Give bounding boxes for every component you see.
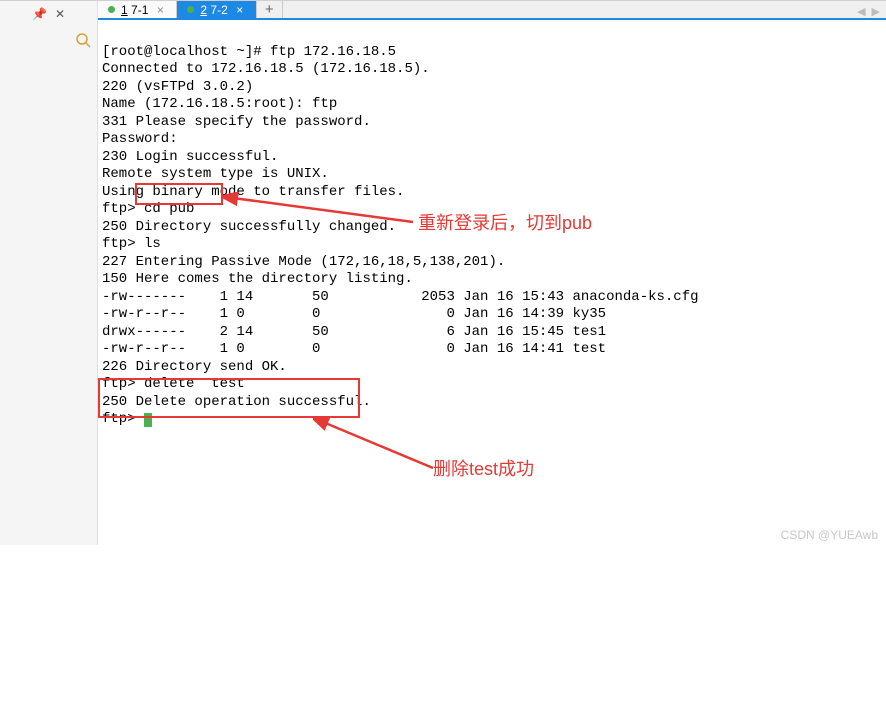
terminal-line: drwx------ 2 14 50 6 Jan 16 15:45 tes1	[102, 324, 606, 340]
close-icon[interactable]: ×	[234, 4, 246, 16]
terminal-line: ftp> delete test	[102, 376, 245, 392]
terminal-line: -rw------- 1 14 50 2053 Jan 16 15:43 ana…	[102, 289, 699, 305]
left-gutter: 📌 ✕	[0, 1, 98, 545]
terminal-line: 331 Please specify the password.	[102, 114, 371, 130]
annotation-relogin: 重新登录后，切到pub	[418, 212, 592, 235]
terminal-line: 230 Login successful.	[102, 149, 278, 165]
terminal-line: Password:	[102, 131, 178, 147]
terminal-line: -rw-r--r-- 1 0 0 0 Jan 16 14:39 ky35	[102, 306, 606, 322]
terminal-line: ftp> ls	[102, 236, 161, 252]
tab-7-2[interactable]: 2 7-2 ×	[177, 1, 256, 18]
tab-nav-arrows: ◀ ▶	[857, 5, 880, 18]
terminal-line: 220 (vsFTPd 3.0.2)	[102, 79, 253, 95]
close-icon[interactable]: ×	[154, 4, 166, 16]
gutter-icons: 📌 ✕	[32, 4, 65, 24]
tab-bar: 1 7-1 × 2 7-2 × + ◀ ▶	[98, 1, 886, 20]
pin-icon[interactable]: 📌	[32, 7, 47, 21]
tab-7-1[interactable]: 1 7-1 ×	[98, 1, 177, 18]
terminal-line: Connected to 172.16.18.5 (172.16.18.5).	[102, 61, 430, 77]
cursor-icon	[144, 413, 152, 427]
terminal-line: 150 Here comes the directory listing.	[102, 271, 413, 287]
terminal-line: Using binary mode to transfer files.	[102, 184, 404, 200]
terminal-line: 250 Directory successfully changed.	[102, 219, 396, 235]
chevron-right-icon[interactable]: ▶	[872, 5, 880, 18]
close-all-icon[interactable]: ✕	[55, 7, 65, 21]
terminal-line: Remote system type is UNIX.	[102, 166, 329, 182]
modified-dot-icon	[108, 6, 115, 13]
terminal-line: 250 Delete operation successful.	[102, 394, 371, 410]
search-icon[interactable]	[75, 32, 91, 51]
modified-dot-icon	[187, 6, 194, 13]
terminal-line: -rw-r--r-- 1 0 0 0 Jan 16 14:41 test	[102, 341, 606, 357]
app-container: 📌 ✕ 1 7-1 × 2 7-2 × + ◀ ▶ [root@lo	[0, 0, 886, 545]
terminal-output[interactable]: [root@localhost ~]# ftp 172.16.18.5 Conn…	[98, 20, 886, 715]
terminal-line: [root@localhost ~]# ftp 172.16.18.5	[102, 44, 396, 60]
add-tab-button[interactable]: +	[257, 1, 283, 18]
terminal-line: Name (172.16.18.5:root): ftp	[102, 96, 337, 112]
main-area: 1 7-1 × 2 7-2 × + ◀ ▶ [root@localhost ~]…	[98, 1, 886, 545]
terminal-line: 226 Directory send OK.	[102, 359, 287, 375]
terminal-prompt: ftp>	[102, 411, 144, 427]
terminal-line: 227 Entering Passive Mode (172,16,18,5,1…	[102, 254, 505, 270]
annotation-delete: 删除test成功	[433, 458, 534, 481]
watermark: CSDN @YUEAwb	[781, 528, 878, 542]
tab-num: 2 7-2	[200, 3, 227, 17]
tab-num: 1 7-1	[121, 3, 148, 17]
chevron-left-icon[interactable]: ◀	[857, 5, 865, 18]
terminal-line: ftp> cd pub	[102, 201, 194, 217]
arrow-delete	[313, 418, 453, 478]
